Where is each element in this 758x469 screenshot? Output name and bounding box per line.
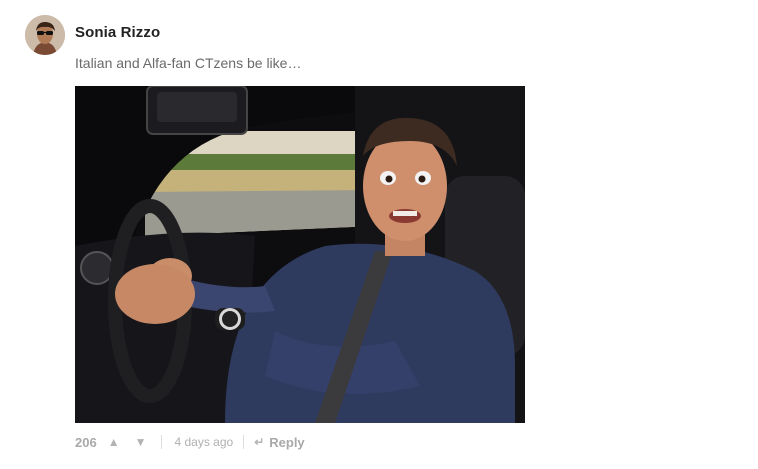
vote-count: 206 <box>75 434 97 450</box>
downvote-icon[interactable]: ▼ <box>135 435 147 449</box>
reply-button[interactable]: ↵ Reply <box>254 435 304 450</box>
author-name[interactable]: Sonia Rizzo <box>75 24 160 41</box>
comment-image[interactable] <box>75 86 525 423</box>
avatar-photo <box>25 15 65 55</box>
divider <box>161 435 163 449</box>
comment-actions: 206 ▲ ▼ 4 days ago ↵ Reply <box>75 433 305 451</box>
divider <box>243 435 245 449</box>
upvote-icon[interactable]: ▲ <box>108 435 120 449</box>
reply-label: Reply <box>269 434 305 450</box>
comment: Sonia Rizzo Italian and Alfa-fan CTzens … <box>0 0 758 469</box>
timestamp-link[interactable]: 4 days ago <box>174 435 233 449</box>
driver-in-car-image <box>75 86 525 423</box>
avatar[interactable] <box>25 15 65 55</box>
reply-icon: ↵ <box>254 435 265 449</box>
comment-text: Italian and Alfa-fan CTzens be like… <box>75 55 302 71</box>
